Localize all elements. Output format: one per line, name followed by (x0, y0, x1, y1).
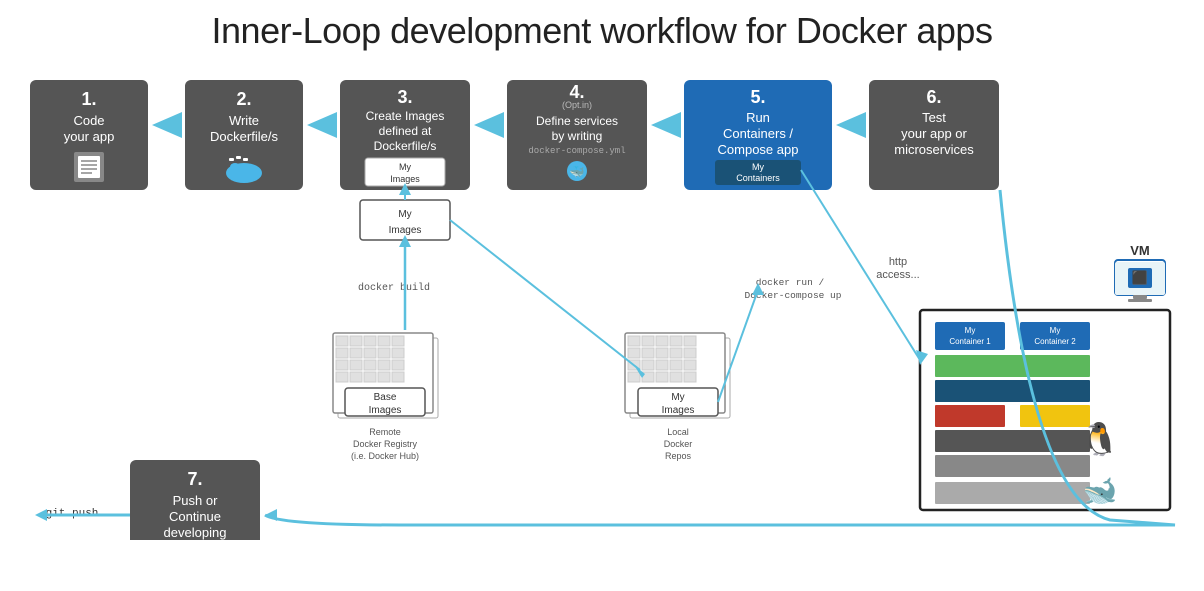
step2-whale-water1 (229, 158, 234, 161)
vm-monitor-cube: ⬛ (1132, 270, 1148, 285)
step3-label2: defined at (379, 124, 432, 138)
base-images-text2: Images (369, 405, 402, 416)
step4-num: 4. (569, 82, 584, 102)
step3-label1: Create Images (366, 109, 445, 123)
step1-label1: Code (73, 113, 104, 128)
step6-num: 6. (926, 87, 941, 107)
vm-text: VM (1130, 243, 1150, 258)
step1-doc (78, 156, 100, 178)
step7-num: 7. (187, 469, 202, 489)
my-images-local-text1: My (671, 392, 684, 403)
base-images-text1: Base (374, 392, 397, 403)
step2-num: 2. (236, 89, 251, 109)
linux-penguin-icon: 🐧 (1080, 421, 1120, 457)
docker-build-label: docker build (358, 282, 430, 294)
color-bar-gray (935, 430, 1090, 452)
arrow-myimages-local (450, 220, 640, 370)
docker-whale-icon: 🐋 (1083, 475, 1118, 506)
step7-label2: Continue (169, 509, 221, 524)
page-title: Inner-Loop development workflow for Dock… (20, 10, 1184, 52)
step6-label1: Test (922, 110, 946, 125)
local-repos-label1: Local (667, 427, 689, 437)
step2-label1: Write (229, 113, 259, 128)
step4-label1: Define services (536, 114, 618, 128)
step6-label2: your app or (901, 126, 967, 141)
arrow4 (651, 112, 681, 138)
arrow-return-bottom-head (265, 509, 277, 521)
step2-whale-water2 (236, 156, 241, 159)
step4-compose: docker-compose.yml (528, 146, 625, 156)
color-bar-green (935, 355, 1090, 377)
container2-text2: Container 2 (1034, 337, 1076, 346)
step6-label3: microservices (894, 142, 974, 157)
arrow2 (307, 112, 337, 138)
step5-label3: Compose app (718, 142, 799, 157)
step5-label1: Run (746, 110, 770, 125)
color-bar-red (935, 405, 1005, 427)
workflow-diagram: 1. Code your app 2. Write Dockerfile/s (20, 70, 1184, 540)
diagram-area: 1. Code your app 2. Write Dockerfile/s (20, 70, 1184, 545)
step7-label3: developing (164, 525, 227, 540)
main-page: Inner-Loop development workflow for Dock… (0, 0, 1204, 591)
step4-icon-whale: 🐳 (570, 165, 585, 179)
step5-my: My (752, 162, 764, 172)
color-bar-lightgray (935, 455, 1090, 477)
docker-run-label1: docker run / (756, 277, 825, 288)
step4-opt: (Opt.in) (562, 100, 592, 110)
step5-containers: Containers (736, 173, 780, 183)
step5-label2: Containers / (723, 126, 793, 141)
local-repos-label3: Repos (665, 451, 692, 461)
remote-registry-label1: Remote (369, 427, 401, 437)
step2-whale-water3 (243, 158, 248, 161)
remote-registry-label3: (i.e. Docker Hub) (351, 451, 419, 461)
my-images-local-text2: Images (662, 405, 695, 416)
my-images-top-text1: My (398, 209, 411, 220)
step3-label3: Dockerfile/s (374, 139, 437, 153)
container1-text2: Container 1 (949, 337, 991, 346)
color-bar-darkblue (935, 380, 1090, 402)
remote-registry-label2: Docker Registry (353, 439, 418, 449)
step3-my: My (399, 162, 411, 172)
container2-text1: My (1050, 326, 1061, 335)
step7-label1: Push or (173, 493, 218, 508)
http-label1: http (889, 256, 907, 268)
vm-monitor-base (1128, 299, 1152, 302)
arrow1 (152, 112, 182, 138)
arrow-gitpush-left-head (35, 509, 47, 521)
vm-monitor-stand (1133, 295, 1147, 299)
step3-num: 3. (397, 87, 412, 107)
step5-num: 5. (750, 87, 765, 107)
color-bar-lighter (935, 482, 1090, 504)
step2-label2: Dockerfile/s (210, 129, 278, 144)
container1-text1: My (965, 326, 976, 335)
local-repos-label2: Docker (664, 439, 693, 449)
step4-label2: by writing (552, 129, 603, 143)
step3-images: Images (390, 174, 420, 184)
http-label2: access... (876, 269, 919, 281)
step1-num: 1. (81, 89, 96, 109)
arrow5 (836, 112, 866, 138)
arrow3 (474, 112, 504, 138)
step2-whale-head (230, 163, 240, 171)
my-images-top-text2: Images (389, 225, 422, 236)
step1-label2: your app (64, 129, 115, 144)
